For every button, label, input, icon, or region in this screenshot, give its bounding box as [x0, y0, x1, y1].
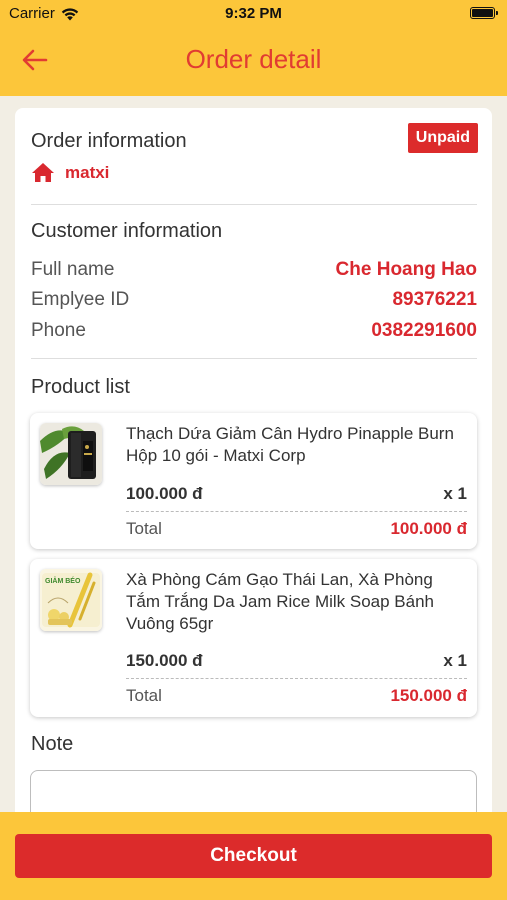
total-label: Total — [126, 519, 162, 538]
total-row: Total 100.000 đ — [126, 519, 467, 541]
customer-info-title: Customer information — [31, 220, 223, 242]
bottom-bar: Checkout — [0, 812, 507, 900]
total-label: Total — [126, 686, 162, 705]
shop-name: matxi — [65, 162, 110, 182]
battery-icon — [470, 7, 498, 19]
shop-info: matxi — [31, 162, 109, 183]
thumb-label: GIẢM BÉO — [45, 576, 81, 585]
info-label: Full name — [31, 259, 115, 280]
info-row-full-name: Full name Che Hoang Hao — [31, 259, 477, 285]
product-thumbnail: GIẢM BÉO — [40, 569, 102, 631]
dashed-divider — [126, 511, 467, 512]
status-bar: Carrier 9:32 PM — [0, 0, 507, 28]
order-info-title: Order information — [31, 130, 187, 152]
order-card: Order information Unpaid matxi Customer … — [15, 108, 492, 828]
product-price: 100.000 đ — [126, 484, 203, 503]
price-row: 150.000 đ x 1 — [126, 651, 467, 673]
top-bar: Carrier 9:32 PM Order detail — [0, 0, 507, 96]
info-value: Che Hoang Hao — [335, 259, 477, 280]
home-icon — [32, 163, 54, 182]
product-price: 150.000 đ — [126, 651, 203, 670]
dashed-divider — [126, 678, 467, 679]
info-label: Phone — [31, 320, 86, 341]
info-value: 89376221 — [392, 289, 477, 310]
total-value: 100.000 đ — [390, 519, 467, 538]
product-list-title: Product list — [31, 376, 130, 398]
info-row-phone: Phone 0382291600 — [31, 320, 477, 346]
divider — [31, 358, 477, 359]
product-item[interactable]: Thạch Dứa Giảm Cân Hydro Pinapple Burn H… — [30, 413, 477, 549]
total-row: Total 150.000 đ — [126, 686, 467, 708]
checkout-button[interactable]: Checkout — [15, 834, 492, 878]
product-item[interactable]: GIẢM BÉO Xà Phòng Cám Gạo Thái Lan, Xà P… — [30, 559, 477, 717]
product-quantity: x 1 — [443, 484, 467, 503]
info-value: 0382291600 — [371, 320, 477, 341]
product-quantity: x 1 — [443, 651, 467, 670]
note-title: Note — [31, 733, 74, 755]
info-row-employee-id: Emplyee ID 89376221 — [31, 289, 477, 315]
product-name: Thạch Dứa Giảm Cân Hydro Pinapple Burn H… — [126, 424, 454, 465]
navigation-bar: Order detail — [0, 28, 507, 94]
status-badge: Unpaid — [407, 123, 478, 153]
page-title: Order detail — [185, 44, 322, 74]
info-label: Emplyee ID — [31, 289, 130, 310]
price-row: 100.000 đ x 1 — [126, 484, 467, 506]
product-thumbnail — [40, 423, 102, 485]
clock: 9:32 PM — [225, 5, 282, 22]
total-value: 150.000 đ — [390, 686, 467, 705]
divider — [31, 204, 477, 205]
product-name: Xà Phòng Cám Gạo Thái Lan, Xà Phòng Tắm … — [126, 570, 435, 633]
